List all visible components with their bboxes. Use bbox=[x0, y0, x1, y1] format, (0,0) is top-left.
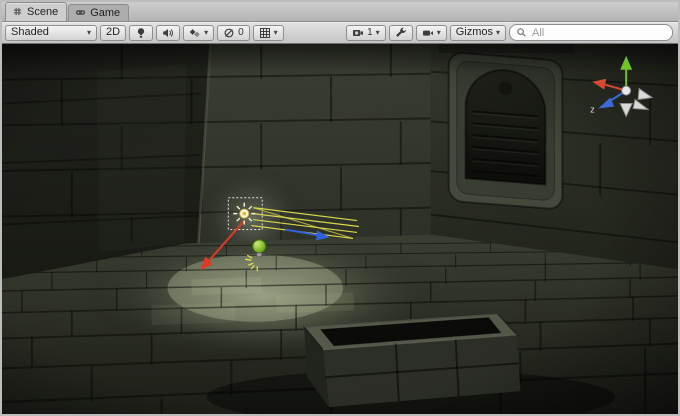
wrench-icon bbox=[395, 27, 407, 39]
chevron-down-icon: ▾ bbox=[204, 29, 208, 37]
grid-icon bbox=[259, 27, 271, 39]
chevron-down-icon: ▾ bbox=[376, 29, 380, 37]
lighting-toggle[interactable] bbox=[129, 25, 153, 41]
2d-label: 2D bbox=[106, 27, 120, 38]
gizmos-label: Gizmos bbox=[456, 27, 493, 38]
search-icon bbox=[516, 27, 527, 38]
scene-viewport[interactable]: z bbox=[2, 44, 678, 414]
camera-icon bbox=[352, 27, 364, 39]
search-input[interactable] bbox=[530, 26, 666, 40]
tools-button[interactable] bbox=[389, 25, 413, 41]
chevron-down-icon: ▾ bbox=[437, 29, 441, 37]
camera-count-dropdown[interactable]: 1 ▾ bbox=[346, 25, 386, 41]
effects-icon bbox=[189, 27, 201, 39]
2d-toggle[interactable]: 2D bbox=[100, 25, 126, 41]
draw-mode-label: Shaded bbox=[11, 27, 49, 38]
light-bulb-icon bbox=[135, 27, 147, 39]
vignette bbox=[2, 44, 678, 414]
axis-center-handle[interactable] bbox=[622, 86, 631, 95]
gizmos-dropdown[interactable]: Gizmos ▾ bbox=[450, 25, 506, 41]
video-camera-icon bbox=[422, 27, 434, 39]
unity-scene-window: Scene Game Shaded ▾ 2D bbox=[0, 0, 680, 416]
chevron-down-icon: ▾ bbox=[496, 29, 500, 37]
scene-toolbar: Shaded ▾ 2D ▾ bbox=[2, 22, 678, 44]
audio-toggle[interactable] bbox=[156, 25, 180, 41]
scene-render: z bbox=[2, 44, 678, 414]
camera-dropdown[interactable]: ▾ bbox=[416, 25, 447, 41]
eye-slash-icon bbox=[223, 27, 235, 39]
grid-visibility-dropdown[interactable]: ▾ bbox=[253, 25, 284, 41]
axis-z-label: z bbox=[590, 104, 595, 114]
effects-dropdown[interactable]: ▾ bbox=[183, 25, 214, 41]
tab-scene[interactable]: Scene bbox=[5, 2, 67, 21]
search-box[interactable] bbox=[509, 24, 673, 41]
tab-scene-label: Scene bbox=[27, 6, 58, 18]
tab-game-label: Game bbox=[90, 7, 120, 19]
visibility-toggle[interactable]: 0 bbox=[217, 25, 250, 41]
tab-game[interactable]: Game bbox=[68, 4, 129, 21]
game-tab-icon bbox=[75, 7, 86, 18]
scene-tab-icon bbox=[12, 6, 23, 17]
camera-count: 1 bbox=[367, 28, 373, 38]
tab-bar: Scene Game bbox=[2, 2, 678, 22]
chevron-down-icon: ▾ bbox=[274, 29, 278, 37]
hidden-object-count: 0 bbox=[238, 28, 244, 38]
draw-mode-dropdown[interactable]: Shaded ▾ bbox=[5, 25, 97, 41]
speaker-icon bbox=[162, 27, 174, 39]
chevron-down-icon: ▾ bbox=[87, 29, 91, 37]
